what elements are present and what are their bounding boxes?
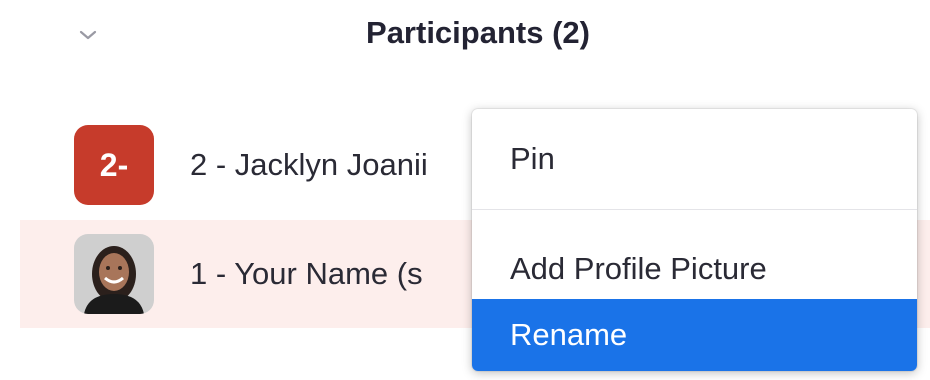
menu-item-add-profile-picture[interactable]: Add Profile Picture: [472, 239, 917, 299]
menu-item-rename[interactable]: Rename: [472, 299, 917, 371]
participant-name: 1 - Your Name (s: [190, 256, 423, 291]
menu-item-pin[interactable]: Pin: [472, 109, 917, 209]
avatar: 2-: [74, 125, 154, 205]
participants-panel: Participants (2) 2- 2 - Jacklyn Joanii 1…: [0, 0, 930, 380]
participant-name: 2 - Jacklyn Joanii: [190, 147, 428, 182]
person-photo-icon: [74, 234, 154, 314]
context-menu: Pin Add Profile Picture Rename: [472, 109, 917, 371]
panel-title: Participants (2): [366, 15, 590, 50]
avatar: [74, 234, 154, 314]
menu-divider: [472, 209, 917, 210]
